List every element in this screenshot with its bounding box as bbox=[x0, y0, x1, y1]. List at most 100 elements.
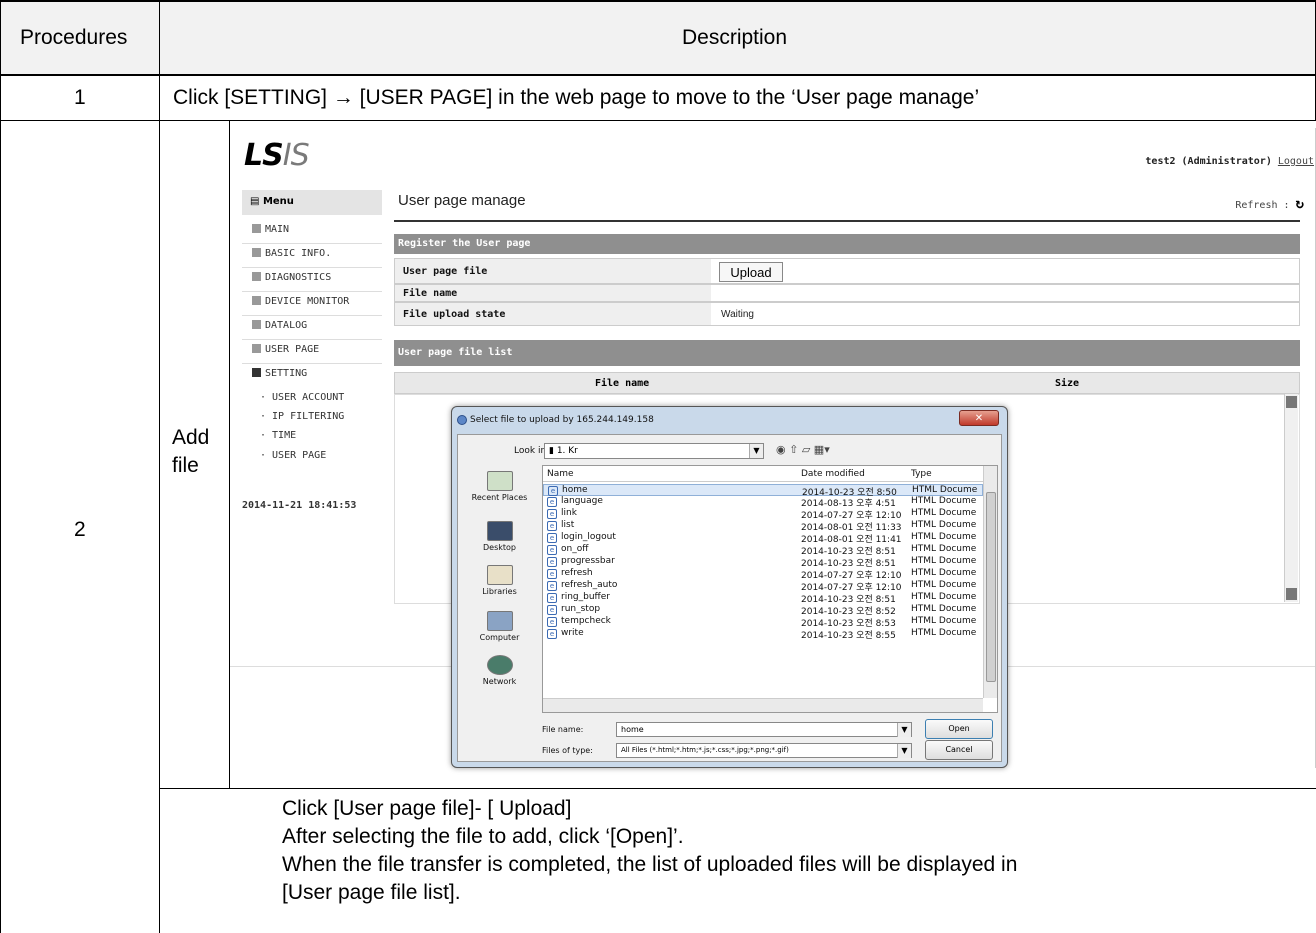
place-libraries[interactable]: Libraries bbox=[462, 565, 537, 596]
chevron-down-icon[interactable]: ▼ bbox=[749, 444, 763, 458]
html-file-icon: e bbox=[548, 486, 558, 496]
file-date: 2014-10-23 오전 8:55 bbox=[801, 631, 896, 641]
upload-button[interactable]: Upload bbox=[719, 262, 783, 282]
dialog-file-row[interactable]: e refresh_auto 2014-07-27 오후 12:10 HTML Doc… bbox=[543, 580, 983, 593]
menu-item-main[interactable]: MAIN bbox=[242, 220, 382, 244]
user-page-file-label: User page file bbox=[395, 259, 711, 283]
file-type: HTML Docume bbox=[911, 580, 977, 590]
note-line-3: When the file transfer is completed, the… bbox=[282, 853, 1018, 876]
dialog-file-row[interactable]: e ring_buffer 2014-10-23 오전 8:51 HTML Docum… bbox=[543, 592, 983, 605]
submenu-time[interactable]: · TIME bbox=[260, 430, 296, 441]
description-header: Description bbox=[682, 26, 788, 49]
procedures-header: Procedures bbox=[20, 26, 128, 49]
file-upload-state-value: Waiting bbox=[721, 309, 754, 320]
refresh-control[interactable]: Refresh : ↻ bbox=[1235, 196, 1304, 212]
view-menu-icon[interactable]: ▦▾ bbox=[814, 443, 830, 456]
file-name-label: File name bbox=[395, 285, 711, 301]
dialog-file-row[interactable]: e language 2014-08-13 오후 4:51 HTML Docume bbox=[543, 496, 983, 509]
dialog-file-row[interactable]: e run_stop 2014-10-23 오전 8:52 HTML Docume bbox=[543, 604, 983, 617]
up-folder-icon[interactable]: ⇧ bbox=[789, 443, 798, 456]
step-number-1: 1 bbox=[74, 86, 86, 109]
files-of-type-label: Files of type: bbox=[542, 746, 593, 755]
table-header-bg bbox=[0, 0, 1316, 74]
dialog-file-row[interactable]: e progressbar 2014-10-23 오전 8:51 HTML Docum… bbox=[543, 556, 983, 569]
file-name-input[interactable]: home ▼ bbox=[616, 722, 912, 737]
col-size: Size bbox=[1055, 378, 1080, 389]
files-of-type-select[interactable]: All Files (*.html;*.htm;*.js;*.css;*.jpg… bbox=[616, 743, 912, 758]
html-file-icon: e bbox=[547, 533, 557, 543]
user-info: test2 (Administrator) Logout bbox=[1145, 156, 1314, 167]
menu-item-user-page[interactable]: USER PAGE bbox=[242, 340, 382, 364]
place-network[interactable]: Network bbox=[462, 655, 537, 686]
register-section-header: Register the User page bbox=[394, 234, 1300, 254]
place-desktop[interactable]: Desktop bbox=[462, 521, 537, 552]
browser-icon bbox=[457, 415, 467, 425]
submenu-user-page[interactable]: · USER PAGE bbox=[260, 450, 326, 461]
menu-icon: ▤ bbox=[250, 196, 263, 207]
menu-item-datalog[interactable]: DATALOG bbox=[242, 316, 382, 340]
file-list-header: File name Size bbox=[394, 372, 1300, 394]
page-title: User page manage bbox=[398, 192, 526, 209]
file-list-scrollbar[interactable] bbox=[1284, 394, 1298, 602]
step-sublabel-add-file: Add file bbox=[172, 426, 210, 477]
col-date-modified[interactable]: Date modified bbox=[801, 469, 865, 479]
submenu-ip-filtering[interactable]: · IP FILTERING bbox=[260, 411, 344, 422]
file-list-section-header: User page file list bbox=[394, 340, 1300, 366]
html-file-icon: e bbox=[547, 569, 557, 579]
step-number-2: 2 bbox=[74, 518, 86, 541]
menu-item-setting[interactable]: SETTING bbox=[242, 364, 382, 388]
html-file-icon: e bbox=[547, 617, 557, 627]
menu-item-basic-info[interactable]: BASIC INFO. bbox=[242, 244, 382, 268]
dialog-body: Look in: ▮ 1. Kr ▼ ◉ ⇧ ▱ ▦▾ Recent Place… bbox=[457, 434, 1002, 762]
file-name: language bbox=[561, 496, 603, 506]
file-name: on_off bbox=[561, 544, 589, 554]
open-button[interactable]: Open bbox=[925, 719, 993, 739]
submenu-user-account[interactable]: · USER ACCOUNT bbox=[260, 392, 344, 403]
back-icon[interactable]: ◉ bbox=[776, 443, 786, 456]
user-name: test2 (Administrator) bbox=[1145, 156, 1272, 167]
file-type: HTML Docume bbox=[911, 496, 977, 506]
place-computer[interactable]: Computer bbox=[462, 611, 537, 642]
look-in-select[interactable]: ▮ 1. Kr ▼ bbox=[544, 443, 764, 459]
col-name[interactable]: Name bbox=[547, 469, 574, 479]
dialog-file-row[interactable]: e home 2014-10-23 오전 8:50 HTML Docume bbox=[543, 484, 983, 498]
places-bar: Recent Places Desktop Libraries Computer… bbox=[462, 465, 537, 720]
file-name: list bbox=[561, 520, 575, 530]
file-type: HTML Docume bbox=[911, 592, 977, 602]
file-type: HTML Docume bbox=[911, 508, 977, 518]
dialog-file-row[interactable]: e list 2014-08-01 오전 11:33 HTML Docume bbox=[543, 520, 983, 533]
chevron-down-icon[interactable]: ▼ bbox=[897, 723, 911, 737]
file-name: write bbox=[561, 628, 584, 638]
html-file-icon: e bbox=[547, 497, 557, 507]
menu-header: ▤ Menu bbox=[242, 190, 382, 215]
dialog-vertical-scrollbar[interactable] bbox=[983, 466, 997, 698]
menu-item-device-monitor[interactable]: DEVICE MONITOR bbox=[242, 292, 382, 316]
place-recent-places[interactable]: Recent Places bbox=[462, 471, 537, 502]
file-name: progressbar bbox=[561, 556, 615, 566]
file-name: link bbox=[561, 508, 577, 518]
file-upload-dialog: Select file to upload by 165.244.149.158… bbox=[451, 406, 1008, 768]
logout-link[interactable]: Logout bbox=[1278, 156, 1314, 167]
dialog-file-row[interactable]: e refresh 2014-07-27 오후 12:10 HTML Docume bbox=[543, 568, 983, 581]
col-type[interactable]: Type bbox=[911, 469, 932, 479]
new-folder-icon[interactable]: ▱ bbox=[802, 443, 810, 456]
file-name: login_logout bbox=[561, 532, 616, 542]
dialog-file-row[interactable]: e login_logout 2014-08-01 오전 11:41 HTML Doc… bbox=[543, 532, 983, 545]
cancel-button[interactable]: Cancel bbox=[925, 740, 993, 760]
dialog-title: Select file to upload by 165.244.149.158 bbox=[470, 415, 654, 425]
dialog-horizontal-scrollbar[interactable] bbox=[543, 698, 983, 712]
ls-is-logo: LSIS bbox=[244, 138, 310, 173]
dialog-file-row[interactable]: e tempcheck 2014-10-23 오전 8:53 HTML Docume bbox=[543, 616, 983, 629]
folder-icon: ▮ bbox=[549, 446, 557, 456]
file-name: ring_buffer bbox=[561, 592, 610, 602]
menu-item-diagnostics[interactable]: DIAGNOSTICS bbox=[242, 268, 382, 292]
refresh-icon[interactable]: ↻ bbox=[1296, 196, 1304, 212]
note-line-1: Click [User page file]- [ Upload] bbox=[282, 797, 572, 820]
dialog-file-row[interactable]: e write 2014-10-23 오전 8:55 HTML Docume bbox=[543, 628, 983, 641]
dialog-file-row[interactable]: e on_off 2014-10-23 오전 8:51 HTML Docume bbox=[543, 544, 983, 557]
chevron-down-icon[interactable]: ▼ bbox=[897, 744, 911, 758]
file-name: refresh_auto bbox=[561, 580, 618, 590]
close-icon[interactable]: ✕ bbox=[959, 410, 999, 426]
file-name: refresh bbox=[561, 568, 593, 578]
dialog-file-row[interactable]: e link 2014-07-27 오후 12:10 HTML Docume bbox=[543, 508, 983, 521]
